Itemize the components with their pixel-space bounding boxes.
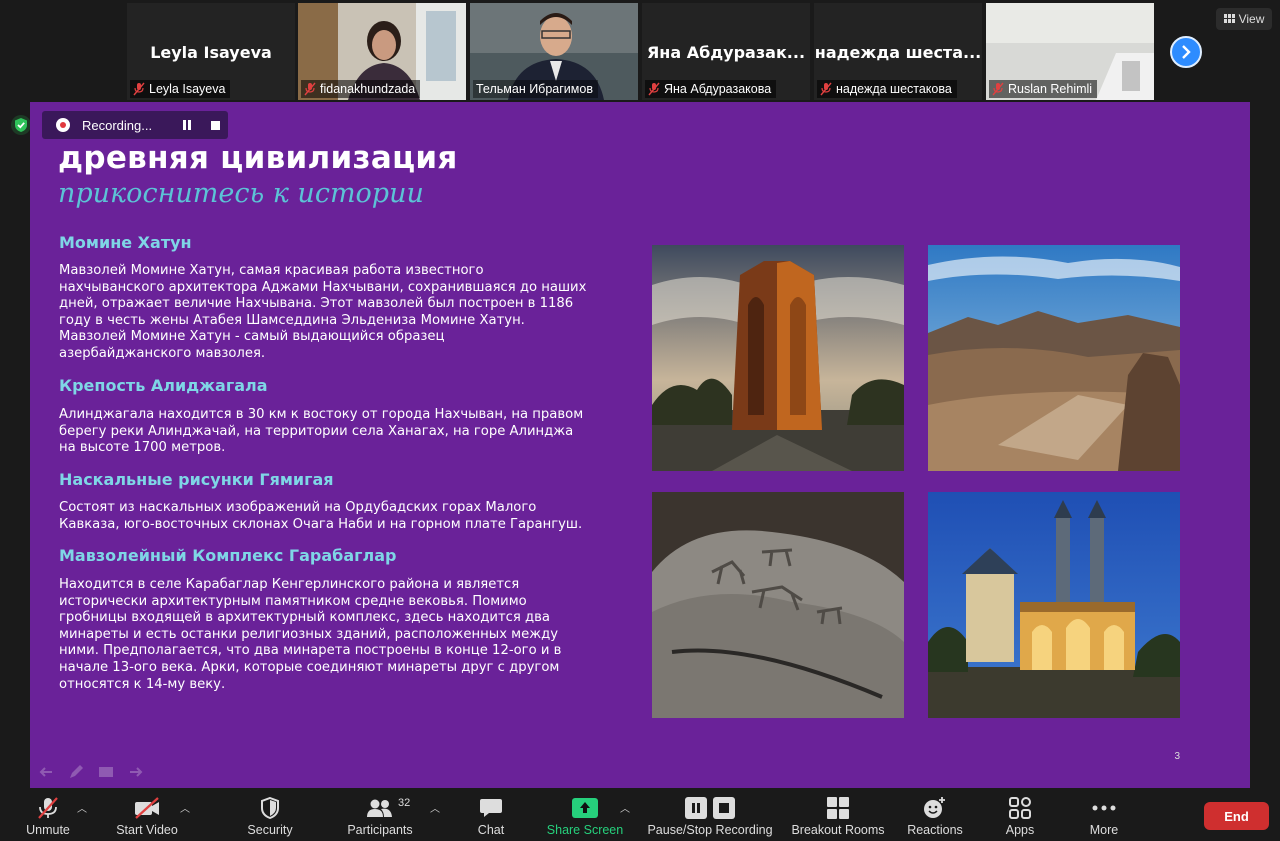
recording-indicator: Recording... [42, 111, 228, 139]
participants-icon [367, 799, 392, 817]
recording-dot-icon [56, 118, 70, 132]
participant-name-label: fidanakhundzada [301, 80, 421, 98]
unmute-button[interactable]: Unmute [20, 788, 76, 841]
view-button[interactable]: View [1216, 8, 1272, 30]
participant-tile[interactable]: надежда шеста... надежда шестакова [814, 3, 982, 100]
slide-title: древняя цивилизация [58, 140, 458, 176]
participants-button[interactable]: Participants [340, 788, 420, 841]
section-text: Мавзолей Момине Хатун, самая красивая ра… [59, 263, 587, 361]
section-text: Состоят из наскальных изображений на Орд… [59, 500, 583, 532]
shared-screen-slide: древняя цивилизация прикоснитесь к истор… [30, 102, 1250, 788]
garabaglar-mausoleum-complex-image [928, 492, 1180, 718]
slide-page-number: 3 [1174, 751, 1180, 762]
participant-name-label: Тельман Ибрагимов [473, 80, 598, 98]
gamigaya-petroglyphs-image [652, 492, 904, 718]
participant-name-label: надежда шестакова [817, 80, 957, 98]
participants-count-badge: 32 [398, 797, 411, 809]
alinjagala-fortress-image [928, 245, 1180, 471]
next-participants-button[interactable] [1170, 36, 1202, 68]
reactions-button[interactable]: Reactions [904, 788, 966, 841]
pause-recording-icon [685, 797, 707, 819]
share-screen-icon [572, 798, 598, 818]
security-shield-icon [261, 797, 279, 819]
mic-muted-icon [38, 797, 58, 819]
chat-bubble-icon [480, 799, 502, 817]
end-meeting-button[interactable]: End [1204, 802, 1269, 830]
encryption-shield-icon[interactable] [11, 115, 31, 135]
section-text: Находится в селе Карабаглар Кенгерлинско… [59, 577, 562, 692]
security-button[interactable]: Security [238, 788, 302, 841]
stop-icon [210, 120, 220, 130]
slide-subtitle: прикоснитесь к истории [58, 178, 424, 209]
participant-tile[interactable]: Ruslan Rehimli [986, 3, 1154, 100]
participant-display-name: Яна Абдуразак... [646, 43, 806, 62]
chat-button[interactable]: Chat [468, 788, 514, 841]
participant-name-label: Яна Абдуразакова [645, 80, 777, 98]
breakout-rooms-icon [827, 797, 849, 819]
pause-stop-recording-button[interactable]: Pause/Stop Recording [644, 788, 776, 841]
pause-recording-button[interactable] [176, 116, 198, 134]
mausoleum-momine-khatun-image [652, 245, 904, 471]
slide-prev-icon[interactable] [38, 764, 54, 780]
more-dots-icon [1092, 805, 1116, 811]
section-heading: Крепость Алиджагала [59, 376, 268, 395]
share-screen-button[interactable]: Share Screen [544, 788, 626, 841]
participant-strip: Leyla Isayeva Leyla Isayeva fidanakhundz… [0, 0, 1280, 102]
mic-muted-icon [820, 82, 832, 96]
meeting-toolbar: Unmute ︿ Start Video ︿ Security Particip… [0, 788, 1280, 841]
stop-recording-icon [713, 797, 735, 819]
pause-icon [183, 120, 191, 130]
slide-pen-icon[interactable] [68, 764, 84, 780]
participant-display-name: надежда шеста... [814, 43, 982, 62]
video-off-icon [135, 797, 159, 819]
slide-menu-icon[interactable] [98, 764, 114, 780]
share-options-chevron-icon[interactable]: ︿ [620, 800, 630, 815]
participants-options-chevron-icon[interactable]: ︿ [430, 800, 440, 815]
section-heading: Наскальные рисунки Гямигая [59, 470, 334, 489]
apps-icon [1009, 797, 1031, 819]
section-text: Алинджагала находится в 30 км к востоку … [59, 407, 584, 456]
participant-display-name: Leyla Isayeva [150, 43, 272, 62]
mic-muted-icon [133, 82, 145, 96]
stop-recording-button[interactable] [204, 116, 226, 134]
mic-muted-icon [304, 82, 316, 96]
reactions-smiley-icon [924, 797, 945, 818]
grid-view-icon [1223, 14, 1235, 23]
recording-label: Recording... [82, 117, 153, 133]
breakout-rooms-button[interactable]: Breakout Rooms [788, 788, 888, 841]
more-button[interactable]: More [1082, 788, 1126, 841]
participant-tile[interactable]: Leyla Isayeva Leyla Isayeva [127, 3, 295, 100]
mic-muted-icon [648, 82, 660, 96]
mic-muted-icon [992, 82, 1004, 96]
participant-tile[interactable]: Яна Абдуразак... Яна Абдуразакова [642, 3, 810, 100]
section-heading: Момине Хатун [59, 233, 192, 252]
section-heading: Мавзолейный Комплекс Гарабаглар [59, 546, 397, 565]
participant-name-label: Leyla Isayeva [130, 80, 231, 98]
chevron-right-icon [1182, 45, 1191, 59]
slide-nav-controls [38, 764, 144, 780]
video-options-chevron-icon[interactable]: ︿ [180, 800, 190, 815]
start-video-button[interactable]: Start Video [111, 788, 183, 841]
slide-next-icon[interactable] [128, 764, 144, 780]
participant-tile[interactable]: fidanakhundzada [298, 3, 466, 100]
participant-tile-active-speaker[interactable]: Тельман Ибрагимов [470, 3, 638, 100]
participant-name-label: Ruslan Rehimli [989, 80, 1098, 98]
apps-button[interactable]: Apps [998, 788, 1042, 841]
audio-options-chevron-icon[interactable]: ︿ [77, 800, 87, 815]
